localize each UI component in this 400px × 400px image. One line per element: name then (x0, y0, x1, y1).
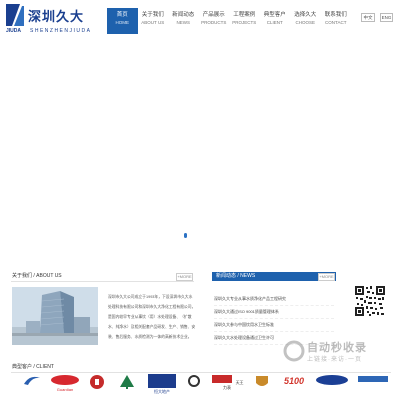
watermark-text: 自动秒收录 (307, 342, 367, 354)
news-section-header: 新闻动态 / NEWS +MORE (212, 272, 336, 281)
site-header: 深圳久大 JIUDA SHENZHENJIUDA 首页 HOME 关于我们 AB… (0, 0, 400, 36)
nav-choose-en: CHOOSE (295, 20, 315, 25)
nav-projects[interactable]: 工程案例 PROJECTS (229, 8, 260, 34)
about-building-image (12, 287, 98, 345)
logo-name-en: SHENZHENJIUDA (30, 28, 92, 34)
nav-contact-label: 联系我们 (324, 12, 347, 18)
client-title: 典型客户 / CLIENT (12, 364, 54, 370)
nav-contact[interactable]: 联系我们 CONTACT (321, 8, 352, 34)
nav-projects-label: 工程案例 (233, 12, 256, 18)
nav-news[interactable]: 新闻动态 NEWS (168, 8, 199, 34)
nav-choose[interactable]: 选择久大 CHOOSE (290, 8, 321, 34)
news-item[interactable]: 深圳久大通过ISO 9001质量管理体系 (214, 306, 334, 319)
client-logo-swirl[interactable] (20, 374, 44, 396)
about-title: 关于我们 / ABOUT US (12, 273, 62, 279)
qr-code-icon (354, 285, 386, 317)
watermark-logo-icon (283, 340, 305, 362)
nav-about-label: 关于我们 (141, 12, 164, 18)
nav-choose-label: 选择久大 (294, 12, 317, 18)
logo-name-cn: 深圳久大 (28, 10, 85, 25)
client-logo-strip: Guardian 恒大地产 天王力表 5100 (12, 374, 392, 398)
nav-news-label: 新闻动态 (172, 12, 195, 18)
nav-products[interactable]: 产品展示 PRODUCTS (199, 8, 230, 34)
client-logo-tianwang[interactable]: 天王力表 (210, 374, 244, 396)
nav-contact-en: CONTACT (325, 20, 347, 25)
site-logo[interactable]: 深圳久大 JIUDA SHENZHENJIUDA (6, 4, 118, 34)
guardian-label: Guardian (56, 387, 74, 392)
watermark-overlay: 自动秒收录 上链接·来访·一页 (283, 337, 393, 365)
client-logo-crest[interactable] (250, 374, 274, 396)
nav-about-en: ABOUT US (141, 20, 165, 25)
lang-en-button[interactable]: ENG (380, 13, 393, 22)
tree-logo-icon (120, 375, 134, 389)
swirl-logo-icon (24, 376, 40, 385)
nav-about[interactable]: 关于我们 ABOUT US (138, 8, 169, 34)
logo-brand: JIUDA (6, 28, 22, 34)
nav-products-label: 产品展示 (202, 12, 225, 18)
nav-products-en: PRODUCTS (201, 20, 227, 25)
building-illustration (12, 287, 98, 345)
tianwang-logo-icon (212, 375, 233, 383)
about-description: 深圳市久大公司成立于1993年，下设深圳市久大水处理科技有限公司和深圳市久大净化… (108, 295, 196, 339)
banner-pagination-dot[interactable] (184, 233, 187, 238)
nav-news-en: NEWS (176, 20, 191, 25)
client-logo-blue[interactable] (356, 374, 390, 396)
5100-label: 5100 (283, 376, 305, 386)
nav-client[interactable]: 典型客户 CLIENT (260, 8, 291, 34)
bank-logo-icon (90, 375, 104, 389)
watermark-subtext: 上链接·来访·一页 (307, 357, 362, 363)
nav-home[interactable]: 首页 HOME (107, 8, 138, 34)
nav-home-label: 首页 (116, 12, 128, 18)
about-more-button[interactable]: +MORE (176, 273, 193, 281)
nav-home-en: HOME (115, 20, 130, 25)
client-logo-5100[interactable]: 5100 (280, 374, 308, 396)
client-logo-samsung[interactable] (314, 374, 350, 396)
logo-mark-icon (6, 4, 24, 26)
hengda-label: 恒大地产 (154, 389, 170, 394)
nav-client-label: 典型客户 (263, 12, 286, 18)
c-mark-logo-icon (188, 375, 200, 387)
client-logo-tree[interactable] (116, 374, 138, 396)
news-more-button[interactable]: +MORE (318, 273, 335, 281)
about-section-header: 关于我们 / ABOUT US +MORE (11, 272, 194, 282)
client-logo-guardian[interactable]: Guardian (50, 374, 80, 396)
guardian-logo-icon (51, 375, 79, 385)
hengda-logo-icon (148, 374, 176, 388)
news-item[interactable]: 深圳久大参与中国饮用水卫生标准 (214, 319, 334, 332)
blue-logo-icon (358, 376, 388, 382)
hero-banner (0, 36, 400, 268)
samsung-logo-icon (316, 375, 348, 385)
crest-logo-icon (256, 376, 268, 386)
nav-client-en: CLIENT (266, 20, 283, 25)
client-logo-hengda[interactable]: 恒大地产 (146, 374, 178, 396)
client-logo-bank[interactable] (86, 374, 108, 396)
news-item[interactable]: 深圳久大专业从事水质净化产品工程研究 (214, 293, 334, 306)
main-nav: 首页 HOME 关于我们 ABOUT US 新闻动态 NEWS 产品展示 PRO… (107, 8, 351, 36)
news-title: 新闻动态 / NEWS (216, 273, 256, 279)
nav-projects-en: PROJECTS (232, 20, 257, 25)
lang-cn-button[interactable]: 中文 (361, 13, 375, 22)
client-logo-mark-c[interactable] (184, 374, 204, 396)
